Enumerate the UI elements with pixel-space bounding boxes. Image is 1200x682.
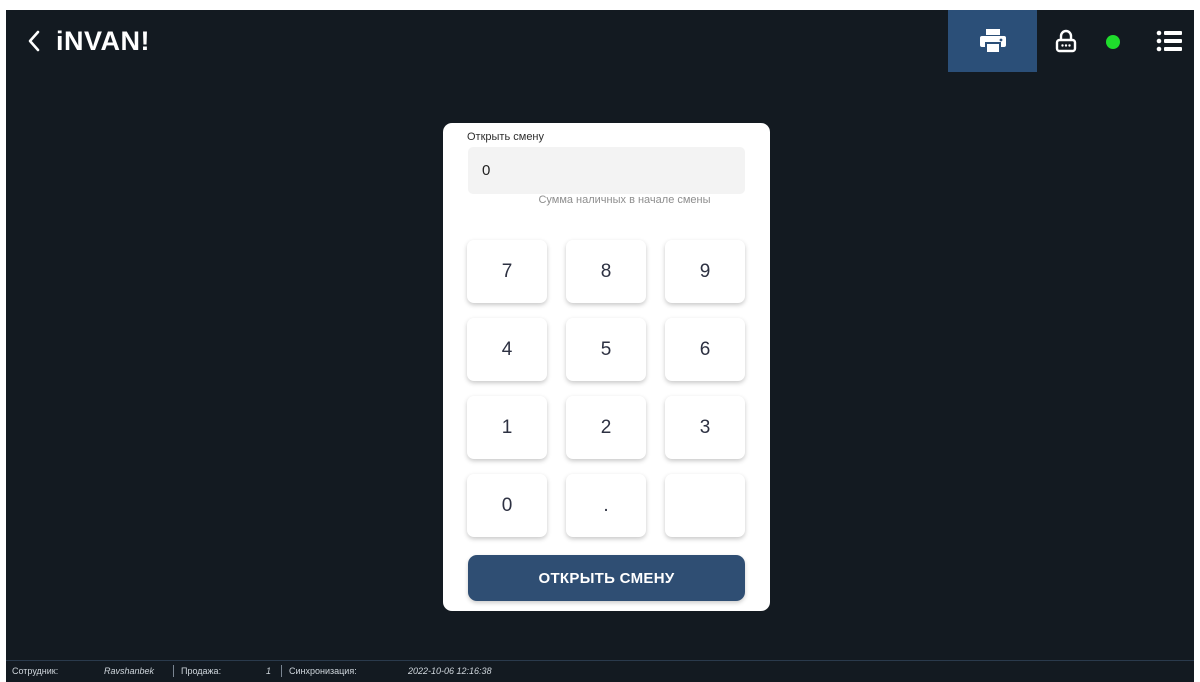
top-bar: iNVAN!	[6, 10, 1194, 72]
open-shift-panel: Открыть смену Сумма наличных в начале см…	[443, 123, 770, 611]
keypad-key-dot[interactable]: .	[566, 474, 646, 537]
back-button[interactable]	[20, 24, 48, 58]
keypad-key-5[interactable]: 5	[566, 318, 646, 381]
lock-icon	[1055, 29, 1077, 53]
keypad-key-1[interactable]: 1	[467, 396, 547, 459]
keypad-key-3[interactable]: 3	[665, 396, 745, 459]
app-window: iNVAN! Открыть смену 0 Сумма наличных в …	[6, 10, 1194, 682]
keypad-key-9[interactable]: 9	[665, 240, 745, 303]
keypad-key-4[interactable]: 4	[467, 318, 547, 381]
sale-value: 1	[266, 666, 272, 676]
keypad-key-2[interactable]: 2	[566, 396, 646, 459]
lock-button[interactable]	[1046, 23, 1086, 59]
print-button[interactable]	[948, 10, 1037, 72]
cash-amount-hint: Сумма наличных в начале смены	[538, 194, 711, 206]
keypad-key-0[interactable]: 0	[467, 474, 547, 537]
keypad-key-blank[interactable]	[665, 474, 745, 537]
app-logo: iNVAN!	[56, 26, 150, 56]
connection-status-dot	[1106, 35, 1120, 49]
printer-icon	[979, 29, 1006, 54]
employee-label: Сотрудник:	[12, 666, 59, 676]
keypad-key-8[interactable]: 8	[566, 240, 646, 303]
panel-title: Открыть смену	[467, 131, 545, 143]
cash-amount-input[interactable]	[468, 147, 745, 194]
status-divider	[281, 665, 282, 677]
keypad-key-6[interactable]: 6	[665, 318, 745, 381]
menu-list-icon	[1156, 30, 1182, 52]
sync-label: Синхронизация:	[289, 666, 357, 676]
employee-value: Ravshanbek	[104, 666, 155, 676]
status-bar: Сотрудник: Ravshanbek Продажа: 1 Синхрон…	[6, 660, 1194, 682]
sync-value: 2022-10-06 12:16:38	[408, 666, 492, 676]
menu-button[interactable]	[1152, 23, 1186, 59]
sale-label: Продажа:	[181, 666, 222, 676]
status-divider	[173, 665, 174, 677]
open-shift-button[interactable]: ОТКРЫТЬ СМЕНУ	[468, 555, 745, 601]
chevron-left-icon	[28, 30, 40, 52]
keypad-key-7[interactable]: 7	[467, 240, 547, 303]
